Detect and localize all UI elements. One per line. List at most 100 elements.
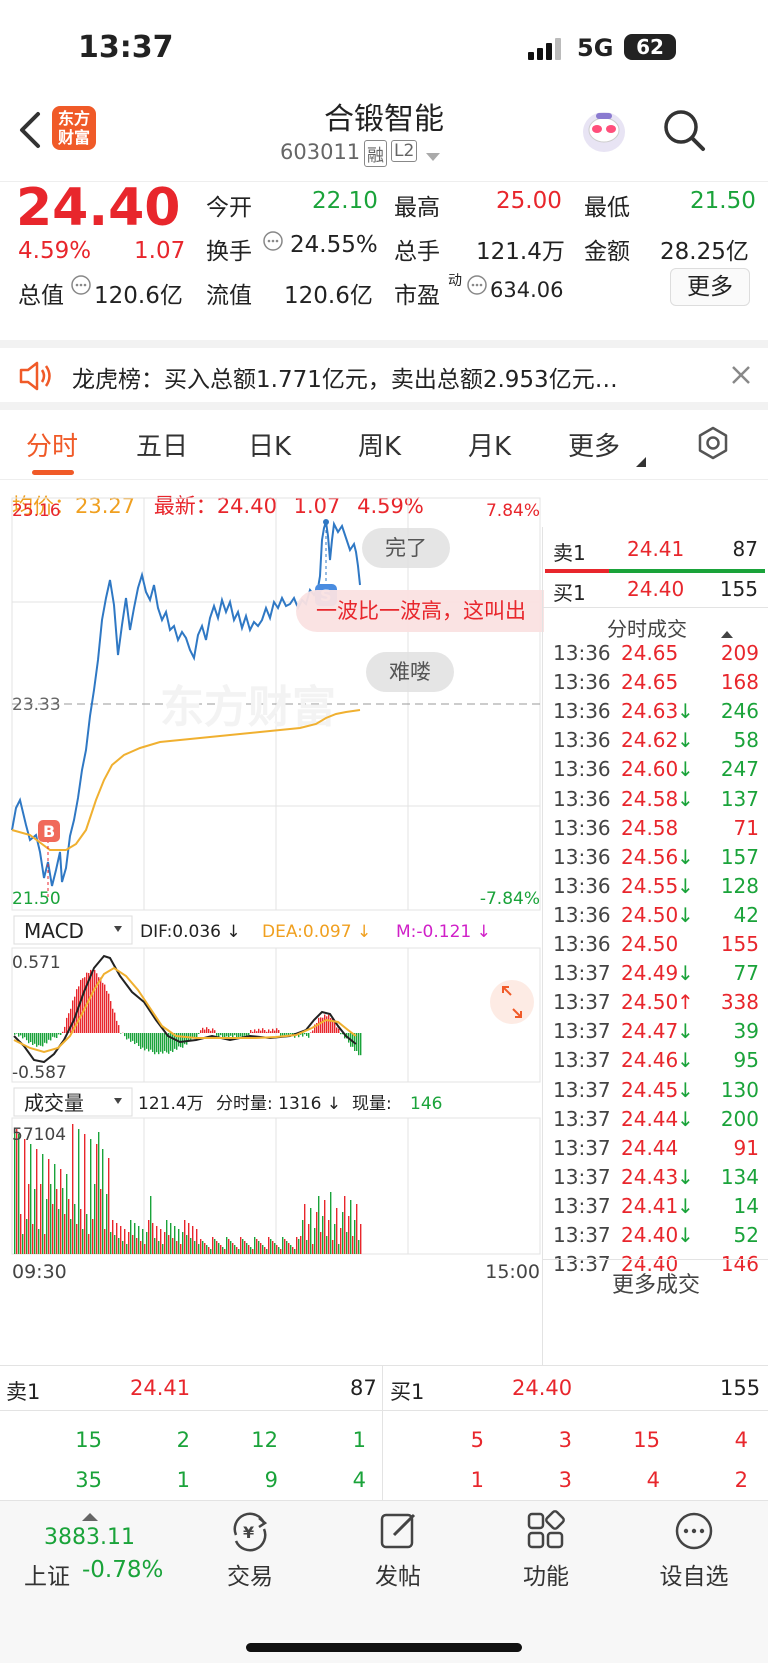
volume-bar bbox=[270, 1239, 272, 1254]
more-button[interactable]: 更多 bbox=[670, 268, 750, 306]
tab-monthly-k[interactable]: 月K bbox=[468, 426, 511, 463]
macd-bar bbox=[170, 1033, 172, 1051]
tick-time: 13:36 bbox=[553, 932, 611, 956]
volume-bar bbox=[94, 1184, 96, 1254]
comment-bubble[interactable]: 难喽 bbox=[366, 652, 454, 692]
tick-row: 13:37 24.45 ↓ 130 bbox=[543, 1078, 768, 1107]
macd-bar bbox=[100, 977, 102, 1033]
index-percent: -0.78% bbox=[82, 1557, 164, 1583]
tab-intraday[interactable]: 分时 bbox=[26, 426, 78, 463]
volume-bar bbox=[238, 1249, 240, 1254]
macd-bar bbox=[244, 1033, 246, 1036]
macd-bar bbox=[150, 1033, 152, 1050]
tab-daily-k[interactable]: 日K bbox=[248, 426, 291, 463]
volume-bar bbox=[82, 1229, 84, 1254]
chevron-down-icon[interactable] bbox=[426, 148, 440, 161]
trade-button[interactable]: ¥ 交易 bbox=[190, 1507, 310, 1591]
macd-bar bbox=[40, 1033, 42, 1046]
close-icon[interactable] bbox=[730, 364, 752, 386]
tick-volume: 71 bbox=[733, 815, 759, 840]
bid-queue-cell: 3 bbox=[558, 1468, 572, 1492]
tick-price: 24.56 bbox=[621, 844, 679, 869]
volume-now-value: 146 bbox=[410, 1094, 442, 1114]
macd-bar bbox=[48, 1033, 50, 1040]
ask-queue-cell: 4 bbox=[352, 1468, 366, 1492]
open-value: 22.10 bbox=[312, 188, 378, 214]
volume-bar bbox=[266, 1249, 268, 1254]
tick-direction: ↓ bbox=[677, 728, 694, 753]
comment-bubble-highlight[interactable]: 一波比一波高，这叫出 bbox=[296, 590, 544, 632]
tick-price: 24.44 bbox=[621, 1135, 679, 1160]
bid-queue-cell: 2 bbox=[734, 1468, 748, 1492]
info-icon[interactable] bbox=[70, 274, 92, 296]
tick-time: 13:36 bbox=[553, 902, 611, 927]
info-icon[interactable] bbox=[466, 274, 488, 296]
volume-bar bbox=[208, 1247, 210, 1254]
info-icon[interactable] bbox=[262, 230, 284, 252]
macd-bar bbox=[58, 1033, 60, 1035]
macd-bar bbox=[164, 1033, 166, 1051]
ask-queue-cell: 2 bbox=[176, 1428, 190, 1452]
macd-bar bbox=[20, 1033, 22, 1036]
side-bid-vol: 155 bbox=[719, 577, 758, 601]
volume-bar bbox=[336, 1208, 338, 1254]
volume-bar bbox=[320, 1232, 322, 1254]
bottom-toolbar: 3883.11 上证 -0.78% ¥ 交易 发帖 功能 设自选 bbox=[0, 1500, 768, 1663]
bid-queue-cell: 15 bbox=[633, 1428, 660, 1452]
volume-bar bbox=[316, 1212, 318, 1254]
comment-bubble[interactable]: 完了 bbox=[362, 528, 450, 568]
macd-bar bbox=[236, 1033, 238, 1037]
macd-bar bbox=[250, 1030, 252, 1033]
macd-bar bbox=[142, 1033, 144, 1048]
dragon-tiger-banner[interactable]: 龙虎榜：买入总额1.771亿元，卖出总额2.953亿元… bbox=[0, 340, 768, 410]
expand-icon[interactable] bbox=[490, 980, 534, 1024]
tab-more[interactable]: 更多 bbox=[568, 426, 620, 463]
tick-time: 13:37 bbox=[553, 990, 611, 1015]
volume-bar bbox=[342, 1212, 344, 1254]
volume-bar bbox=[162, 1244, 164, 1254]
macd-bar bbox=[126, 1033, 128, 1040]
tick-price: 24.50 bbox=[621, 902, 679, 927]
more-ticks-button[interactable]: 更多成交 bbox=[543, 1267, 768, 1299]
volume-bar bbox=[258, 1241, 260, 1254]
macd-bar bbox=[180, 1033, 182, 1048]
macd-bar bbox=[358, 1033, 360, 1056]
settings-icon[interactable] bbox=[696, 426, 730, 460]
volume-total: 121.4万 bbox=[138, 1094, 204, 1114]
volume-bar bbox=[290, 1245, 292, 1254]
volume-bar bbox=[252, 1249, 254, 1254]
bid1-volume: 155 bbox=[720, 1376, 761, 1400]
assistant-avatar-icon[interactable] bbox=[580, 108, 628, 154]
index-ticker[interactable]: 3883.11 上证 -0.78% bbox=[10, 1501, 170, 1611]
volume-bar bbox=[236, 1247, 238, 1254]
tick-time: 13:37 bbox=[553, 1019, 611, 1044]
macd-bar bbox=[156, 1033, 158, 1053]
tick-time: 13:36 bbox=[553, 815, 611, 840]
macd-bar bbox=[148, 1033, 150, 1052]
last-price: 24.40 bbox=[16, 178, 181, 238]
side-bid-price: 24.40 bbox=[627, 577, 685, 601]
chart-tabs: 分时 五日 日K 周K 月K 更多 bbox=[0, 410, 768, 480]
volume-bar bbox=[24, 1139, 26, 1254]
search-icon[interactable] bbox=[662, 108, 706, 152]
volume-bar bbox=[80, 1209, 82, 1254]
macd-bar bbox=[334, 1022, 336, 1033]
tick-price: 24.65 bbox=[621, 641, 679, 665]
tick-time: 13:36 bbox=[553, 786, 611, 811]
volume-bar bbox=[338, 1244, 340, 1254]
margin-badge: 融 bbox=[364, 140, 387, 167]
volume-bar bbox=[108, 1158, 110, 1254]
tab-five-day[interactable]: 五日 bbox=[136, 426, 188, 463]
post-button[interactable]: 发帖 bbox=[338, 1507, 458, 1591]
volume-bar bbox=[134, 1223, 136, 1254]
volume-bar bbox=[232, 1243, 234, 1254]
tick-direction: ↓ bbox=[677, 961, 694, 986]
function-button[interactable]: 功能 bbox=[486, 1507, 606, 1591]
macd-bar bbox=[102, 982, 104, 1033]
tab-weekly-k[interactable]: 周K bbox=[358, 426, 401, 463]
volume-bar bbox=[304, 1204, 306, 1254]
macd-bar bbox=[92, 971, 94, 1033]
volume-bar bbox=[78, 1129, 80, 1254]
volume-bar bbox=[280, 1249, 282, 1254]
add-watchlist-button[interactable]: 设自选 bbox=[634, 1507, 754, 1591]
